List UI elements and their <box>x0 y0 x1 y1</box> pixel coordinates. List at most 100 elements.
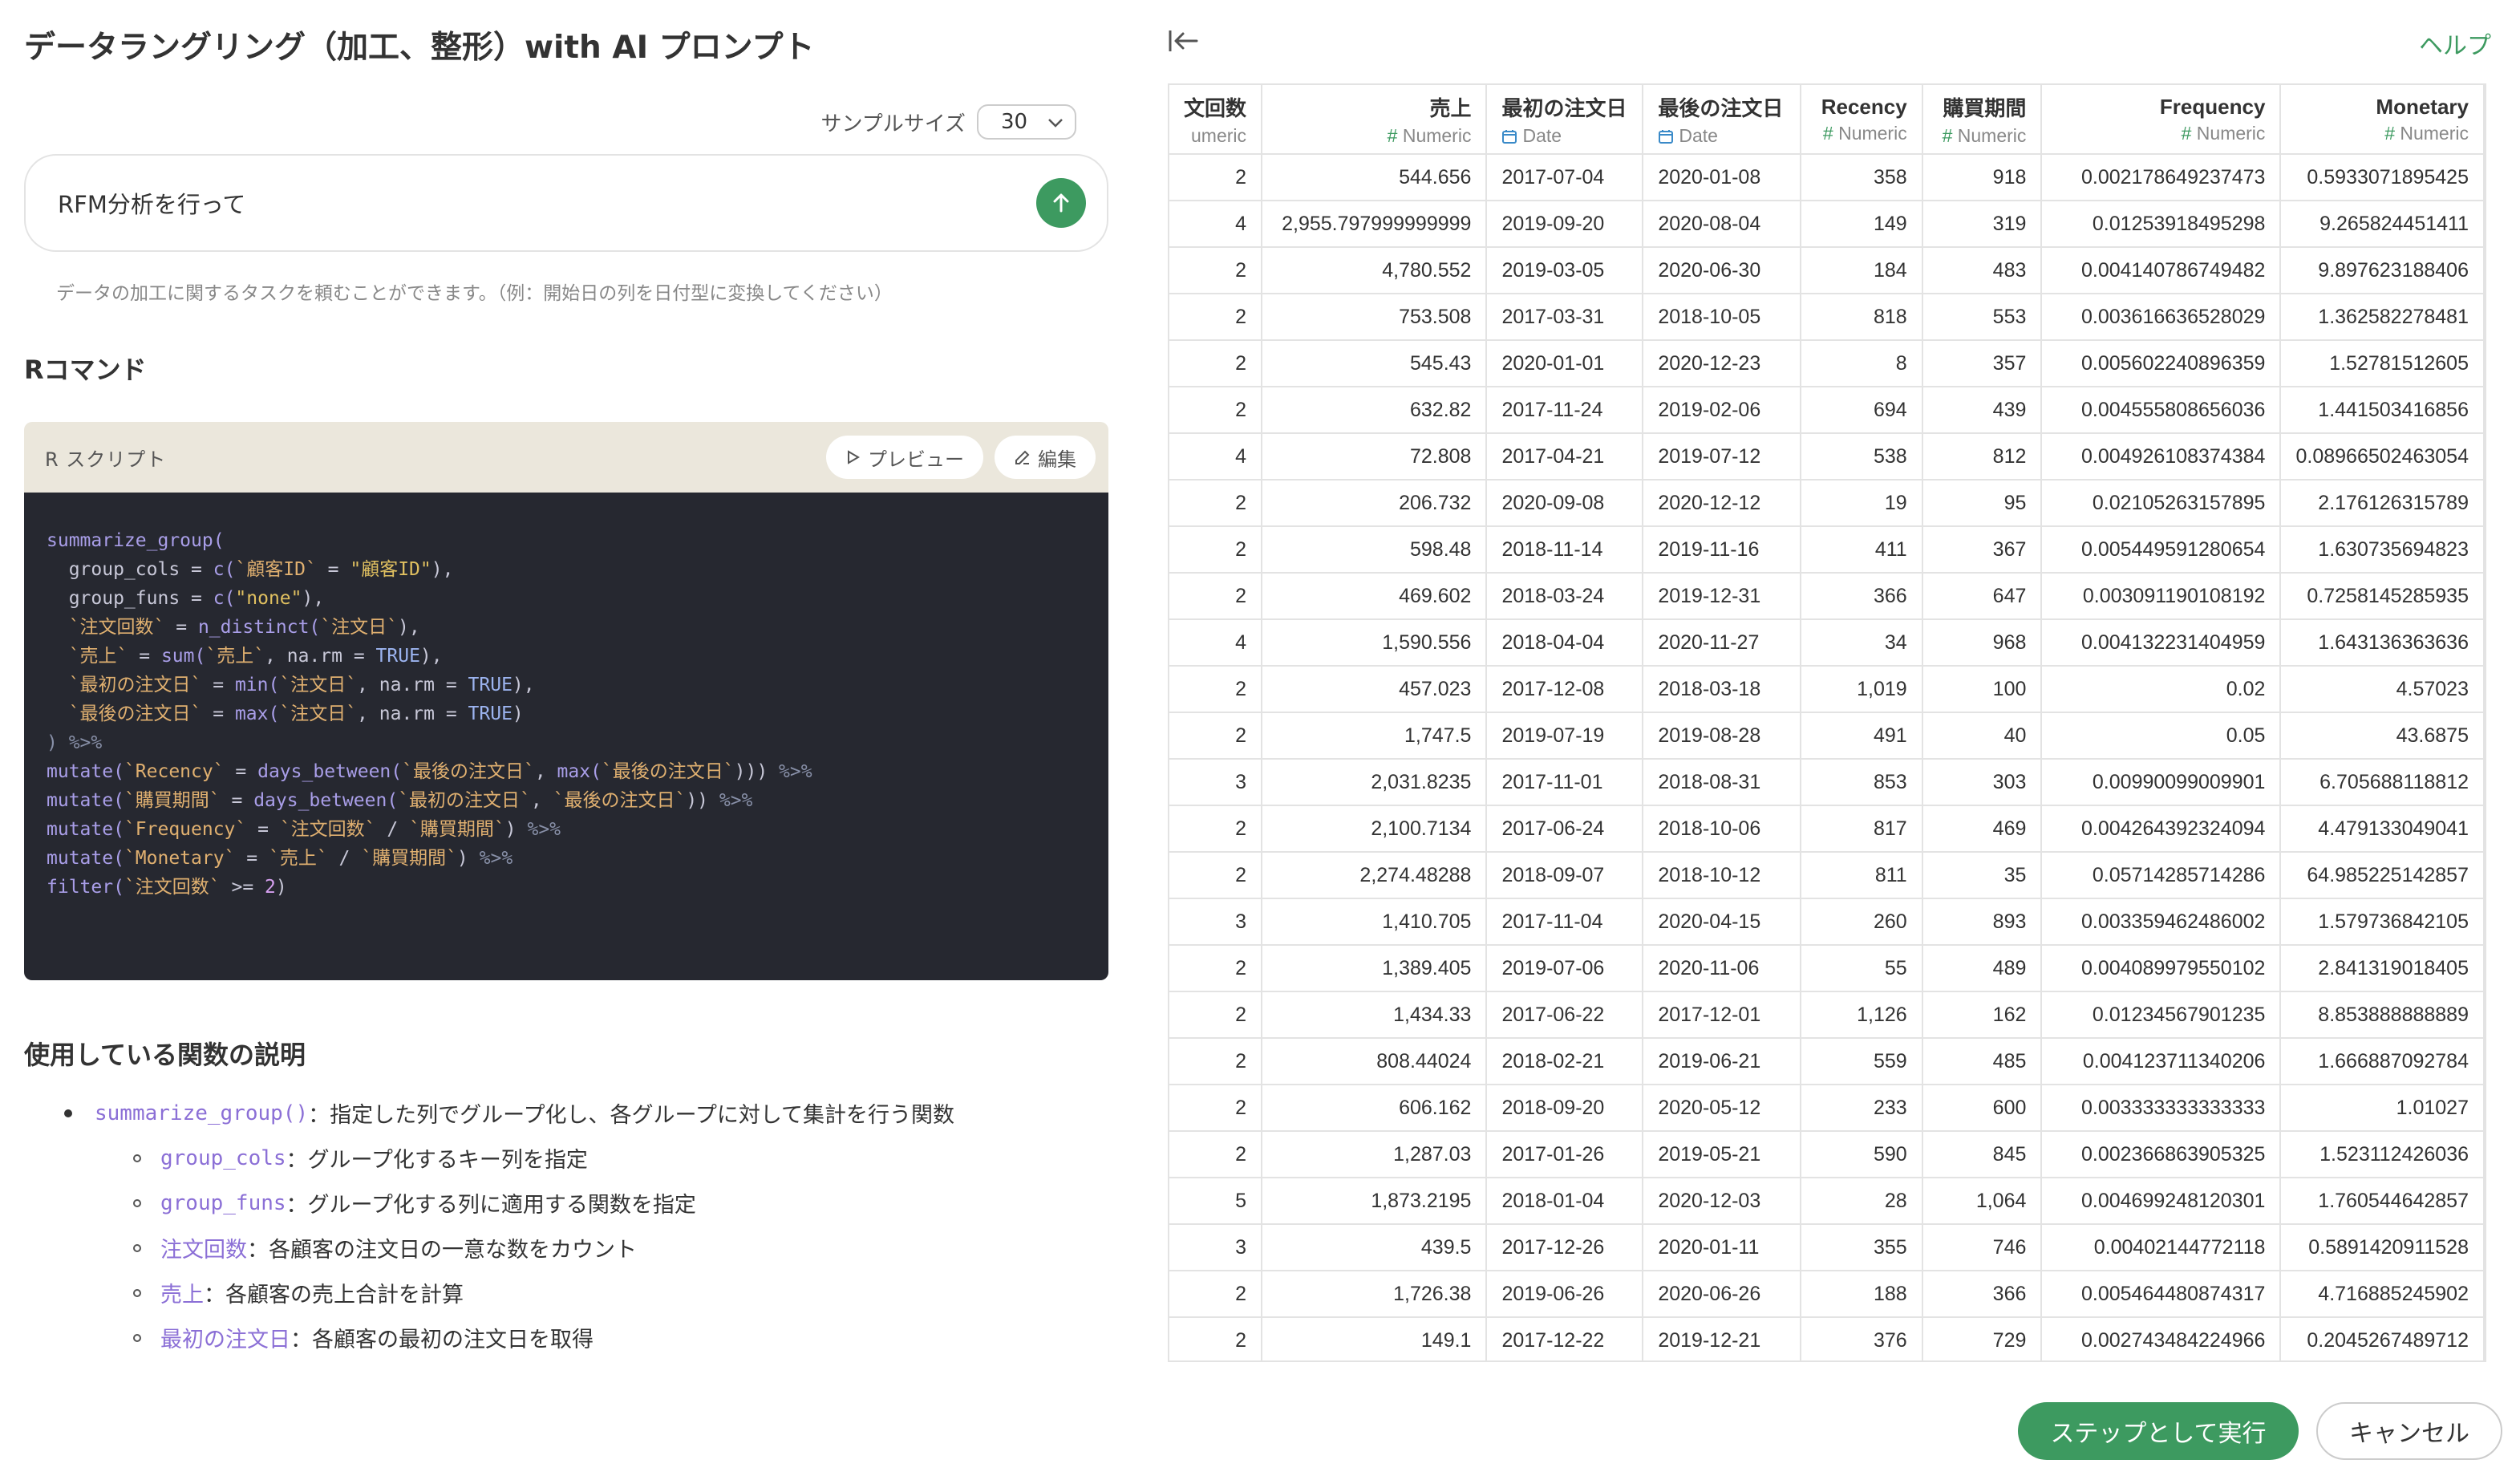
code-token: = <box>220 790 254 811</box>
function-description-item: summarize_group() ：指定した列でグループ化し、各グループに対して… <box>64 1097 954 1129</box>
data-table[interactable]: 文回数 umeric 売上 # Numeric 最初の注文日 Date 最後の注文日 Date… <box>1168 83 2486 1362</box>
code-token: min( <box>234 675 280 695</box>
table-row: 2 4,780.552 2019-03-05 2020-06-30 184 483 0.00… <box>1169 247 2485 294</box>
table-row: 2 206.732 2020-09-08 2020-12-12 19 95 0.021052… <box>1169 480 2485 527</box>
column-type-label: umeric <box>1191 124 1247 146</box>
column-name: 購買期間 <box>1943 95 2027 120</box>
table-cell: 457.023 <box>1262 666 1488 713</box>
table-cell: 2020-06-30 <box>1643 247 1802 294</box>
collapse-panel-icon[interactable] <box>1168 27 1200 62</box>
table-cell: 2018-01-04 <box>1486 1178 1644 1225</box>
table-cell: 600 <box>1922 1085 2043 1132</box>
table-cell: 55 <box>1801 945 1923 992</box>
table-row: 2 2,100.7134 2017-06-24 2018-10-06 817 469 0.0… <box>1169 805 2485 853</box>
table-cell: 1.579736842105 <box>2280 898 2485 946</box>
code-token: `最後の注文日` <box>402 761 535 782</box>
table-cell: 469 <box>1922 805 2043 853</box>
table-cell: 2017-01-26 <box>1486 1131 1644 1178</box>
run-as-step-button[interactable]: ステップとして実行 <box>2018 1402 2299 1460</box>
table-cell: 2 <box>1169 573 1263 620</box>
column-header[interactable]: Monetary # Numeric <box>2280 85 2485 155</box>
column-header[interactable]: 文回数 umeric <box>1169 85 1263 155</box>
column-header[interactable]: 購買期間 # Numeric <box>1922 85 2043 155</box>
table-row: 2 1,434.33 2017-06-22 2017-12-01 1,126 162 0.0… <box>1169 991 2485 1039</box>
table-cell: 0.005464480874317 <box>2041 1271 2282 1318</box>
script-label: R スクリプト <box>45 448 167 471</box>
prompt-text[interactable]: RFM分析を行って <box>58 186 1036 220</box>
code-token: ) %>% <box>47 732 103 753</box>
numeric-type-icon: # <box>2181 122 2197 144</box>
code-token: `売上` <box>205 646 265 667</box>
function-description: ：各顧客の注文日の一意な数をカウント <box>247 1238 637 1263</box>
table-cell: 483 <box>1922 247 2043 294</box>
code-block[interactable]: summarize_group( group_cols = c(`顧客ID` =… <box>24 493 1108 980</box>
column-header[interactable]: 最初の注文日 Date <box>1486 85 1644 155</box>
code-token: / <box>375 819 410 840</box>
table-cell: 366 <box>1922 1271 2043 1318</box>
code-token: = <box>128 646 161 667</box>
table-cell: 4 <box>1169 433 1263 480</box>
table-cell: 188 <box>1801 1271 1923 1318</box>
preview-button[interactable]: プレビュー <box>826 436 983 479</box>
bullet-icon <box>133 1154 141 1162</box>
column-header[interactable]: 売上 # Numeric <box>1262 85 1488 155</box>
table-cell: 2 <box>1169 1271 1263 1318</box>
table-cell: 1,590.556 <box>1262 619 1488 667</box>
code-token: sum( <box>160 646 206 667</box>
numeric-type-icon: # <box>2384 122 2400 144</box>
table-cell: 2018-09-07 <box>1486 852 1644 899</box>
send-button[interactable] <box>1036 178 1086 228</box>
code-token: = <box>201 703 235 724</box>
table-cell: 2020-08-04 <box>1643 201 1802 248</box>
function-name: group_funs <box>160 1190 286 1215</box>
table-cell: 0.05 <box>2041 712 2282 760</box>
table-cell: 2019-09-20 <box>1486 201 1644 248</box>
column-name: 最後の注文日 <box>1658 95 1784 120</box>
table-cell: 2018-03-18 <box>1643 666 1802 713</box>
table-cell: 1.01027 <box>2280 1085 2485 1132</box>
column-type: Date <box>1501 125 1627 147</box>
edit-button[interactable]: 編集 <box>995 436 1096 479</box>
sample-size-select[interactable]: 30 <box>977 104 1076 140</box>
table-cell: 100 <box>1922 666 2043 713</box>
code-token: , na.rm = <box>357 675 468 695</box>
code-token: = <box>164 617 198 638</box>
table-cell: 0.5891420911528 <box>2280 1224 2485 1271</box>
table-cell: 0.002743484224966 <box>2041 1317 2282 1360</box>
table-cell: 2 <box>1169 247 1263 294</box>
table-cell: 9.897623188406 <box>2280 247 2485 294</box>
table-cell: 2020-01-01 <box>1486 340 1644 387</box>
column-type: Date <box>1658 125 1785 147</box>
table-cell: 0.05714285714286 <box>2041 852 2282 899</box>
table-cell: 2020-12-03 <box>1643 1178 1802 1225</box>
table-cell: 43.6875 <box>2280 712 2485 760</box>
prompt-input[interactable]: RFM分析を行って <box>24 154 1108 252</box>
cancel-button[interactable]: キャンセル <box>2316 1402 2502 1460</box>
help-link[interactable]: ヘルプ <box>2419 26 2491 61</box>
sample-size-label: サンプルサイズ <box>820 112 966 136</box>
table-row: 3 2,031.8235 2017-11-01 2018-08-31 853 303 0.0… <box>1169 759 2485 806</box>
table-cell: 0.7258145285935 <box>2280 573 2485 620</box>
table-cell: 2017-04-21 <box>1486 433 1644 480</box>
code-token: `売上` <box>68 646 128 667</box>
table-cell: 2017-11-24 <box>1486 387 1644 434</box>
code-token: = <box>235 848 269 869</box>
table-cell: 4,780.552 <box>1262 247 1488 294</box>
column-name: Frequency <box>2159 94 2266 119</box>
table-cell: 2019-03-05 <box>1486 247 1644 294</box>
function-description: ：各顧客の最初の注文日を取得 <box>290 1328 594 1352</box>
table-row: 5 1,873.2195 2018-01-04 2020-12-03 28 1,064 0.… <box>1169 1178 2485 1225</box>
table-cell: 2020-01-08 <box>1643 154 1802 201</box>
table-cell: 2,031.8235 <box>1262 759 1488 806</box>
table-cell: 0.00990099009901 <box>2041 759 2282 806</box>
column-header[interactable]: Frequency # Numeric <box>2041 85 2282 155</box>
column-header[interactable]: Recency # Numeric <box>1801 85 1923 155</box>
code-token: `購買期間` <box>124 790 221 811</box>
table-row: 2 753.508 2017-03-31 2018-10-05 818 553 0.0036… <box>1169 294 2485 341</box>
table-cell: 2019-06-21 <box>1643 1038 1802 1085</box>
column-type-label: Numeric <box>2196 122 2266 144</box>
numeric-type-icon: # <box>1942 124 1958 146</box>
table-row: 3 439.5 2017-12-26 2020-01-11 355 746 0.004021… <box>1169 1224 2485 1271</box>
code-token: %>% <box>708 790 753 811</box>
column-header[interactable]: 最後の注文日 Date <box>1643 85 1802 155</box>
